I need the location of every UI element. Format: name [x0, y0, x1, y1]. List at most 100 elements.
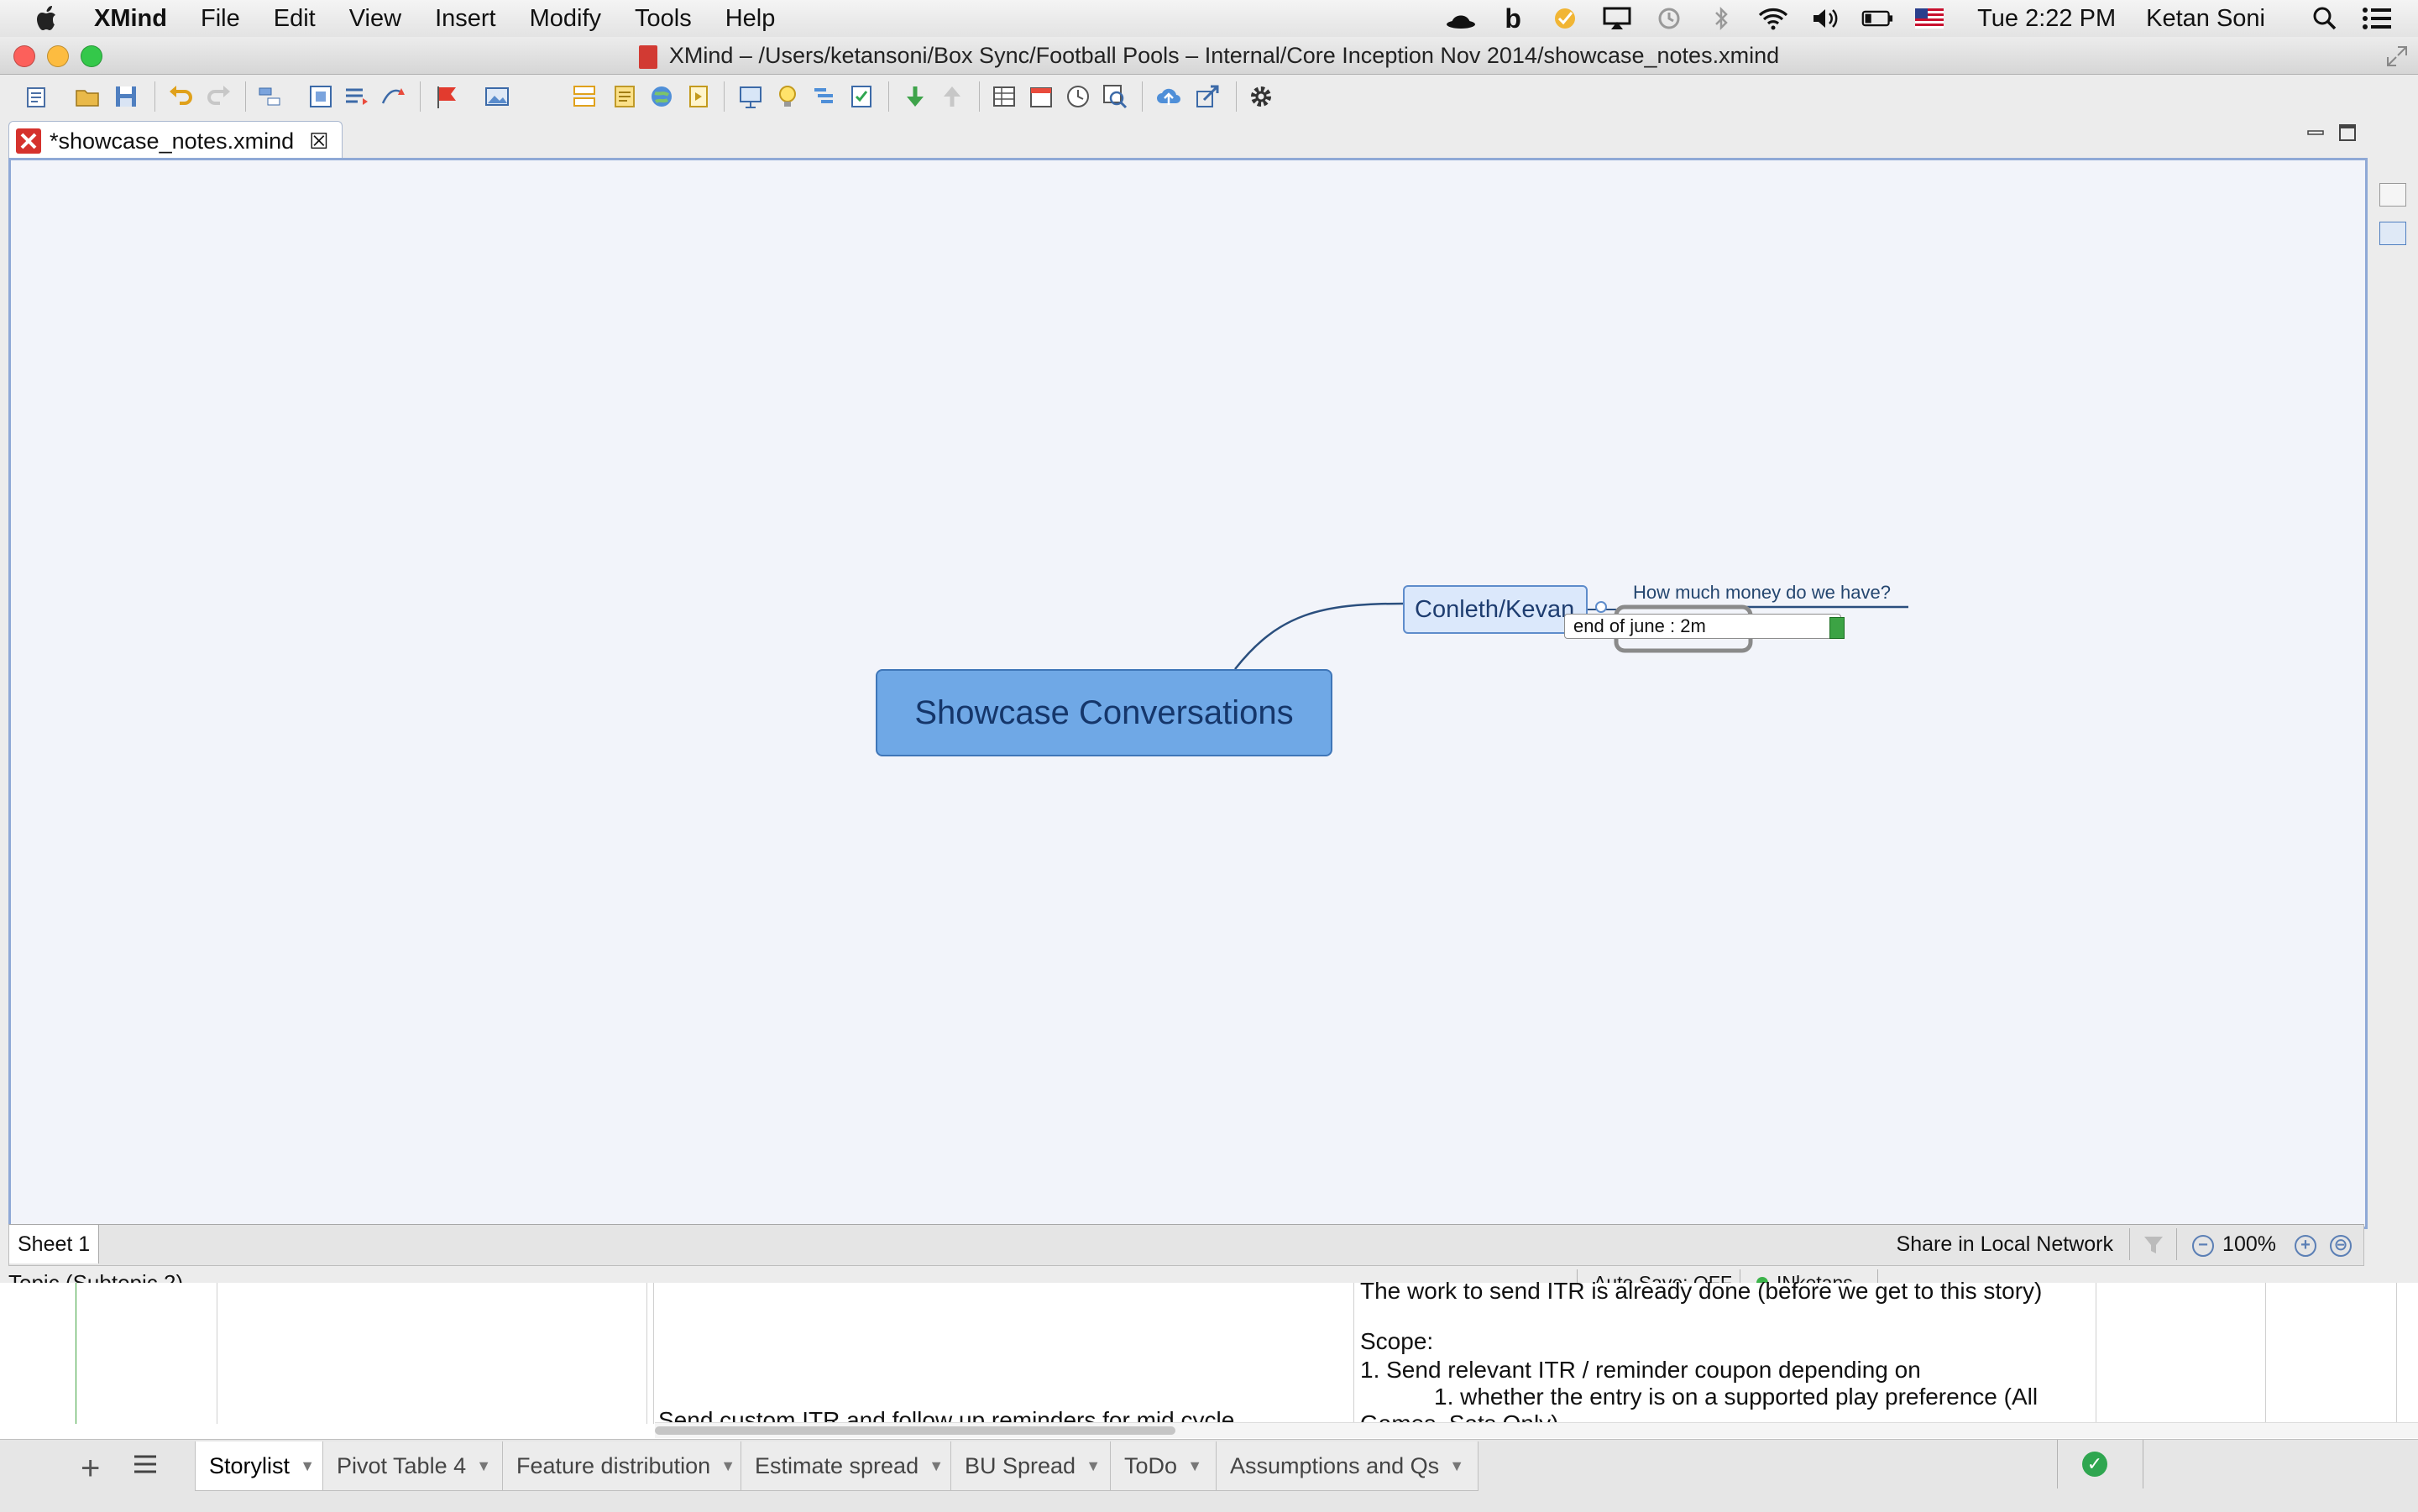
- zoom-in-icon[interactable]: +: [2295, 1235, 2316, 1257]
- floating-topic-label[interactable]: How much money do we have?: [1633, 582, 1891, 604]
- menu-modify[interactable]: Modify: [530, 5, 601, 33]
- save-icon[interactable]: [113, 83, 139, 110]
- maximize-editor-icon[interactable]: [2337, 123, 2358, 143]
- window-titlebar[interactable]: XMind – /Users/ketansoni/Box Sync/Footba…: [0, 37, 2418, 75]
- wifi-icon[interactable]: [1757, 6, 1789, 31]
- scrollbar-thumb[interactable]: [655, 1426, 1175, 1435]
- sheet-list-icon[interactable]: [133, 1453, 158, 1475]
- attachment-file-icon[interactable]: [685, 83, 712, 110]
- menu-file[interactable]: File: [201, 5, 240, 33]
- airplay-icon[interactable]: [1601, 6, 1633, 31]
- sheet-tab-assumptions[interactable]: Assumptions and Qs ▼: [1216, 1441, 1479, 1491]
- menubar-user-name[interactable]: Ketan Soni: [2146, 5, 2265, 33]
- zoom-preview-icon[interactable]: [1102, 83, 1128, 110]
- insert-subtopic-icon[interactable]: [307, 83, 334, 110]
- cell-text-cut: Send custom ITR and follow up reminders …: [658, 1407, 1235, 1424]
- restore-panel-icon[interactable]: [2379, 183, 2406, 207]
- chevron-down-icon[interactable]: ▼: [929, 1441, 944, 1490]
- insert-topic-icon[interactable]: [257, 83, 284, 110]
- chevron-down-icon[interactable]: ▼: [476, 1441, 491, 1490]
- b-app-icon[interactable]: b: [1497, 3, 1529, 34]
- menubar-clock[interactable]: Tue 2:22 PM: [1977, 5, 2116, 33]
- menu-edit[interactable]: Edit: [274, 5, 316, 33]
- calendar-icon[interactable]: [1028, 83, 1055, 110]
- share-local-network-button[interactable]: Share in Local Network: [1897, 1225, 2113, 1263]
- chevron-down-icon[interactable]: ▼: [1449, 1441, 1464, 1490]
- chevron-down-icon[interactable]: ▼: [720, 1441, 735, 1490]
- menu-view[interactable]: View: [349, 5, 401, 33]
- insert-image-icon[interactable]: [484, 83, 510, 110]
- drill-down-icon[interactable]: [902, 83, 929, 110]
- undo-icon[interactable]: [168, 83, 195, 110]
- subtopic-node[interactable]: Conleth/Kevan: [1403, 585, 1588, 634]
- gantt-icon[interactable]: [811, 83, 838, 110]
- upload-cloud-icon[interactable]: [1155, 83, 1182, 110]
- summary-icon[interactable]: [571, 83, 598, 110]
- bowler-hat-icon[interactable]: [1445, 6, 1477, 31]
- inline-editor-resize-handle[interactable]: [1829, 617, 1845, 639]
- menu-help[interactable]: Help: [725, 5, 776, 33]
- sheet-tab-bar: + Storylist ▼ Pivot Table 4 ▼ Feature dist…: [0, 1439, 2418, 1512]
- chevron-down-icon[interactable]: ▼: [1187, 1441, 1202, 1490]
- volume-icon[interactable]: [1809, 6, 1841, 31]
- central-topic-text: Showcase Conversations: [914, 693, 1294, 731]
- redo-icon[interactable]: [205, 83, 232, 110]
- sheet-tab[interactable]: Sheet 1: [9, 1225, 100, 1263]
- drill-up-icon[interactable]: [939, 83, 966, 110]
- sheet-bar: Sheet 1 Share in Local Network − 100% + …: [8, 1224, 2364, 1266]
- sheet-tab-bu-spread[interactable]: BU Spread ▼: [950, 1441, 1116, 1491]
- sheet-tab-todo[interactable]: ToDo ▼: [1110, 1441, 1217, 1491]
- fullscreen-icon[interactable]: [2386, 45, 2408, 67]
- chevron-down-icon[interactable]: ▼: [1086, 1441, 1101, 1490]
- notification-center-icon[interactable]: [2361, 6, 2393, 31]
- filter-icon[interactable]: [2142, 1233, 2165, 1257]
- new-workbook-icon[interactable]: [24, 83, 50, 110]
- sheet-tab-storylist[interactable]: Storylist ▼: [195, 1441, 330, 1491]
- open-folder-icon[interactable]: [74, 83, 101, 110]
- hyperlink-globe-icon[interactable]: [648, 83, 675, 110]
- bluetooth-icon[interactable]: [1705, 6, 1737, 31]
- right-dock: [2373, 158, 2413, 259]
- fit-map-icon[interactable]: ⊖: [2330, 1235, 2352, 1257]
- editor-tab[interactable]: *showcase_notes.xmind ☒: [8, 121, 343, 160]
- status-menu-area: b Tue 2:22 PM Ketan Soni: [1435, 0, 2418, 37]
- brainstorm-lightbulb-icon[interactable]: [774, 83, 801, 110]
- us-flag-icon[interactable]: [1913, 6, 1945, 31]
- properties-panel-icon[interactable]: [2379, 222, 2406, 245]
- spotlight-search-icon[interactable]: [2309, 6, 2341, 31]
- sheet-tab-pivot-table[interactable]: Pivot Table 4 ▼: [322, 1441, 506, 1491]
- preferences-gear-icon[interactable]: [1248, 83, 1274, 110]
- tab-label: Assumptions and Qs: [1230, 1453, 1440, 1478]
- chevron-down-icon[interactable]: ▼: [300, 1441, 315, 1490]
- mindmap-canvas[interactable]: Showcase Conversations Conleth/Kevan How…: [8, 158, 2368, 1229]
- notes-icon[interactable]: [611, 83, 638, 110]
- checkmark-app-icon[interactable]: [1549, 6, 1581, 31]
- time-machine-icon[interactable]: [1653, 6, 1685, 31]
- xmind-window: XMind – /Users/ketansoni/Box Sync/Footba…: [0, 37, 2418, 1301]
- window-title-text: XMind – /Users/ketansoni/Box Sync/Footba…: [668, 43, 1780, 68]
- minimize-editor-icon[interactable]: [2305, 124, 2326, 141]
- sync-ok-icon[interactable]: ✓: [2082, 1452, 2107, 1477]
- outline-icon[interactable]: [343, 83, 369, 110]
- app-menu-xmind[interactable]: XMind: [94, 5, 167, 33]
- battery-icon[interactable]: [1861, 6, 1893, 31]
- zoom-level[interactable]: 100%: [2222, 1225, 2276, 1263]
- horizontal-scrollbar[interactable]: [655, 1422, 2418, 1438]
- sheet-tab-estimate-spread[interactable]: Estimate spread ▼: [741, 1441, 959, 1491]
- spreadsheet-view-icon[interactable]: [991, 83, 1018, 110]
- relationship-icon[interactable]: [379, 83, 406, 110]
- clock-icon[interactable]: [1065, 83, 1091, 110]
- zoom-out-icon[interactable]: −: [2192, 1235, 2214, 1257]
- apple-icon[interactable]: [30, 2, 64, 35]
- presentation-icon[interactable]: [737, 83, 764, 110]
- menu-tools[interactable]: Tools: [635, 5, 692, 33]
- close-tab-icon[interactable]: ☒: [309, 128, 328, 154]
- menu-insert[interactable]: Insert: [435, 5, 496, 33]
- topic-inline-editor[interactable]: end of june : 2m: [1564, 614, 1841, 639]
- add-sheet-icon[interactable]: +: [81, 1450, 100, 1488]
- task-info-icon[interactable]: [848, 83, 875, 110]
- marker-flag-icon[interactable]: [433, 83, 460, 110]
- sheet-tab-feature-distribution[interactable]: Feature distribution ▼: [502, 1441, 751, 1491]
- export-share-icon[interactable]: [1194, 83, 1221, 110]
- central-topic[interactable]: Showcase Conversations: [876, 669, 1332, 756]
